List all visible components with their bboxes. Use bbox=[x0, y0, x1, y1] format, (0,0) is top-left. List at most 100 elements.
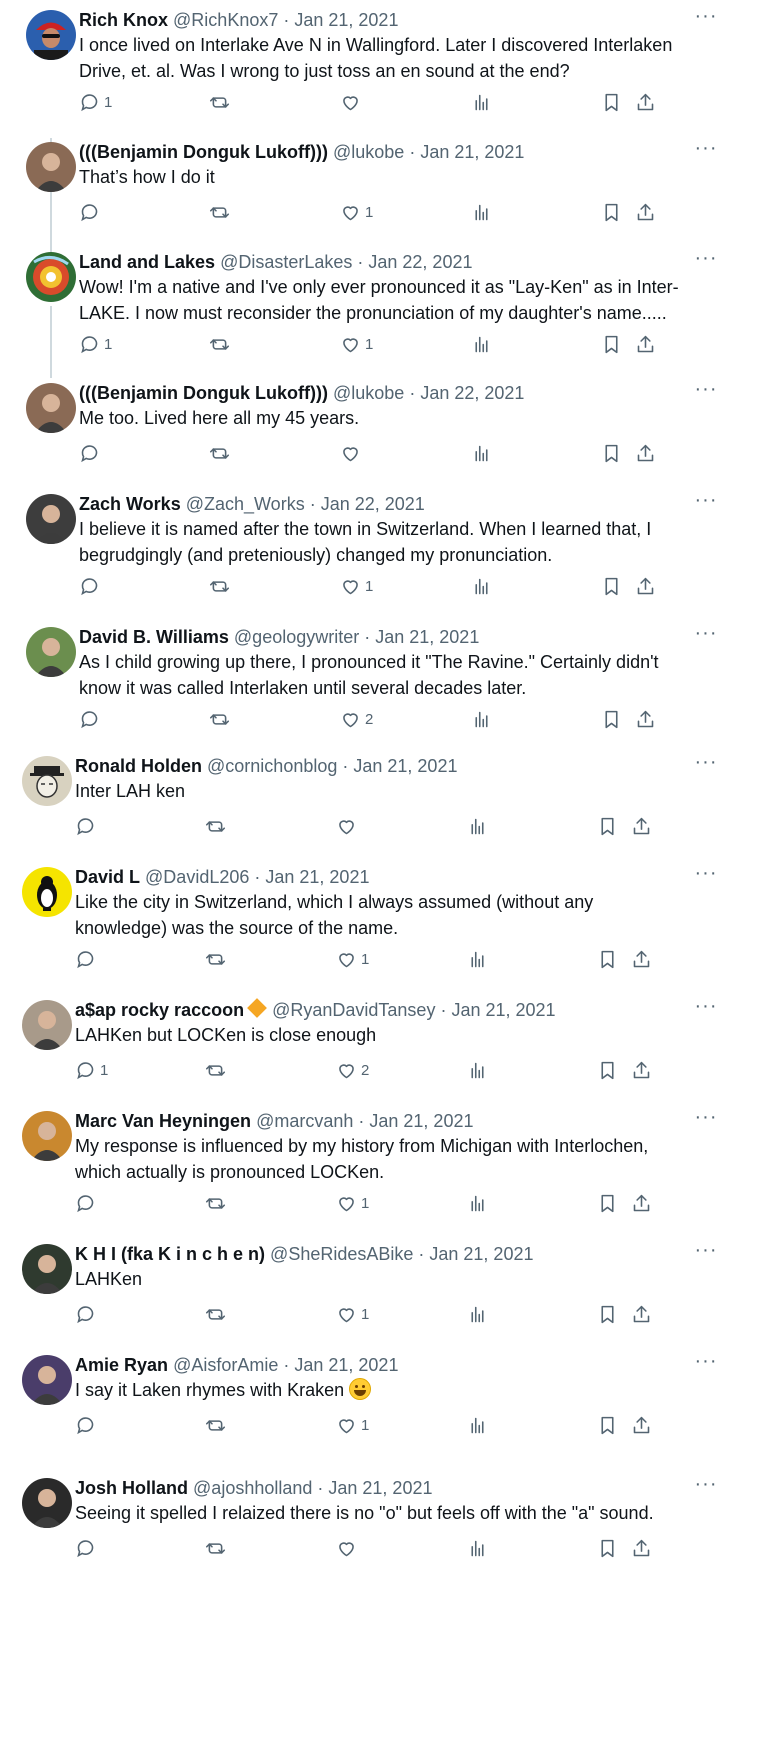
bookmark-button[interactable] bbox=[597, 1412, 618, 1438]
tweet-date[interactable]: Jan 22, 2021 bbox=[368, 252, 472, 272]
author-handle[interactable]: @lukobe bbox=[333, 142, 404, 162]
author-name[interactable]: Zach Works bbox=[79, 494, 181, 514]
tweet-date[interactable]: Jan 22, 2021 bbox=[321, 494, 425, 514]
like-button[interactable]: 2 bbox=[340, 706, 373, 732]
views-button[interactable] bbox=[471, 199, 492, 225]
share-button[interactable] bbox=[631, 1412, 652, 1438]
tweet-date[interactable]: Jan 21, 2021 bbox=[294, 10, 398, 30]
share-button[interactable] bbox=[635, 331, 656, 357]
share-button[interactable] bbox=[635, 89, 656, 115]
bookmark-button[interactable] bbox=[601, 706, 622, 732]
author-name[interactable]: Amie Ryan bbox=[75, 1355, 168, 1375]
author-handle[interactable]: @AisforAmie bbox=[173, 1355, 278, 1375]
avatar[interactable] bbox=[26, 494, 76, 544]
share-button[interactable] bbox=[631, 1535, 652, 1561]
more-options-icon[interactable]: ··· bbox=[691, 1107, 721, 1133]
tweet-date[interactable]: Jan 21, 2021 bbox=[420, 142, 524, 162]
reply-button[interactable] bbox=[75, 1190, 100, 1216]
retweet-button[interactable] bbox=[209, 706, 234, 732]
reply-button[interactable] bbox=[79, 440, 104, 466]
bookmark-button[interactable] bbox=[597, 1190, 618, 1216]
tweet-date[interactable]: Jan 21, 2021 bbox=[353, 756, 457, 776]
bookmark-button[interactable] bbox=[597, 946, 618, 972]
bookmark-button[interactable] bbox=[597, 1057, 618, 1083]
views-button[interactable] bbox=[467, 1535, 488, 1561]
retweet-button[interactable] bbox=[209, 89, 234, 115]
tweet-date[interactable]: Jan 22, 2021 bbox=[420, 383, 524, 403]
tweet-date[interactable]: Jan 21, 2021 bbox=[265, 867, 369, 887]
author-name[interactable]: David B. Williams bbox=[79, 627, 229, 647]
share-button[interactable] bbox=[635, 440, 656, 466]
retweet-button[interactable] bbox=[205, 1057, 230, 1083]
reply-button[interactable] bbox=[79, 199, 104, 225]
avatar[interactable] bbox=[22, 867, 72, 917]
like-button[interactable] bbox=[340, 89, 365, 115]
reply-button[interactable] bbox=[75, 1412, 100, 1438]
share-button[interactable] bbox=[631, 1190, 652, 1216]
views-button[interactable] bbox=[467, 1301, 488, 1327]
avatar[interactable] bbox=[26, 142, 76, 192]
author-handle[interactable]: @Zach_Works bbox=[186, 494, 305, 514]
like-button[interactable] bbox=[340, 440, 365, 466]
views-button[interactable] bbox=[471, 706, 492, 732]
author-handle[interactable]: @marcvanh bbox=[256, 1111, 353, 1131]
like-button[interactable]: 1 bbox=[340, 573, 373, 599]
avatar[interactable] bbox=[22, 756, 72, 806]
views-button[interactable] bbox=[467, 1190, 488, 1216]
author-handle[interactable]: @DavidL206 bbox=[145, 867, 249, 887]
author-handle[interactable]: @DisasterLakes bbox=[220, 252, 352, 272]
tweet-date[interactable]: Jan 21, 2021 bbox=[369, 1111, 473, 1131]
more-options-icon[interactable]: ··· bbox=[691, 138, 721, 164]
reply-button[interactable] bbox=[75, 946, 100, 972]
bookmark-button[interactable] bbox=[601, 573, 622, 599]
author-name[interactable]: (((Benjamin Donguk Lukoff))) bbox=[79, 142, 328, 162]
author-name[interactable]: K H I (fka K i n c h e n) bbox=[75, 1244, 265, 1264]
avatar[interactable] bbox=[22, 1111, 72, 1161]
author-name[interactable]: a$ap rocky raccoon bbox=[75, 1000, 244, 1020]
more-options-icon[interactable]: ··· bbox=[691, 623, 721, 649]
more-options-icon[interactable]: ··· bbox=[691, 379, 721, 405]
avatar[interactable] bbox=[22, 1000, 72, 1050]
more-options-icon[interactable]: ··· bbox=[691, 1474, 721, 1500]
bookmark-button[interactable] bbox=[597, 813, 618, 839]
share-button[interactable] bbox=[631, 1057, 652, 1083]
author-handle[interactable]: @RyanDavidTansey bbox=[272, 1000, 435, 1020]
like-button[interactable]: 1 bbox=[336, 946, 369, 972]
like-button[interactable]: 1 bbox=[340, 199, 373, 225]
like-button[interactable]: 1 bbox=[340, 331, 373, 357]
author-name[interactable]: Land and Lakes bbox=[79, 252, 215, 272]
like-button[interactable]: 1 bbox=[336, 1412, 369, 1438]
bookmark-button[interactable] bbox=[597, 1301, 618, 1327]
author-handle[interactable]: @lukobe bbox=[333, 383, 404, 403]
author-handle[interactable]: @geologywriter bbox=[234, 627, 359, 647]
avatar[interactable] bbox=[22, 1244, 72, 1294]
more-options-icon[interactable]: ··· bbox=[691, 863, 721, 889]
retweet-button[interactable] bbox=[205, 1535, 230, 1561]
more-options-icon[interactable]: ··· bbox=[691, 1240, 721, 1266]
views-button[interactable] bbox=[467, 1057, 488, 1083]
reply-button[interactable] bbox=[79, 706, 104, 732]
reply-button[interactable]: 1 bbox=[79, 331, 112, 357]
avatar[interactable] bbox=[22, 1478, 72, 1528]
tweet-date[interactable]: Jan 21, 2021 bbox=[294, 1355, 398, 1375]
bookmark-button[interactable] bbox=[601, 331, 622, 357]
share-button[interactable] bbox=[635, 706, 656, 732]
share-button[interactable] bbox=[635, 199, 656, 225]
author-name[interactable]: (((Benjamin Donguk Lukoff))) bbox=[79, 383, 328, 403]
avatar[interactable] bbox=[26, 627, 76, 677]
more-options-icon[interactable]: ··· bbox=[691, 6, 721, 32]
retweet-button[interactable] bbox=[209, 440, 234, 466]
views-button[interactable] bbox=[471, 573, 492, 599]
author-name[interactable]: Josh Holland bbox=[75, 1478, 188, 1498]
views-button[interactable] bbox=[471, 440, 492, 466]
author-handle[interactable]: @RichKnox7 bbox=[173, 10, 278, 30]
author-name[interactable]: Marc Van Heyningen bbox=[75, 1111, 251, 1131]
retweet-button[interactable] bbox=[205, 946, 230, 972]
views-button[interactable] bbox=[471, 331, 492, 357]
avatar[interactable] bbox=[26, 383, 76, 433]
reply-button[interactable] bbox=[79, 573, 104, 599]
reply-button[interactable] bbox=[75, 1301, 100, 1327]
bookmark-button[interactable] bbox=[597, 1535, 618, 1561]
tweet-date[interactable]: Jan 21, 2021 bbox=[328, 1478, 432, 1498]
reply-button[interactable] bbox=[75, 813, 100, 839]
